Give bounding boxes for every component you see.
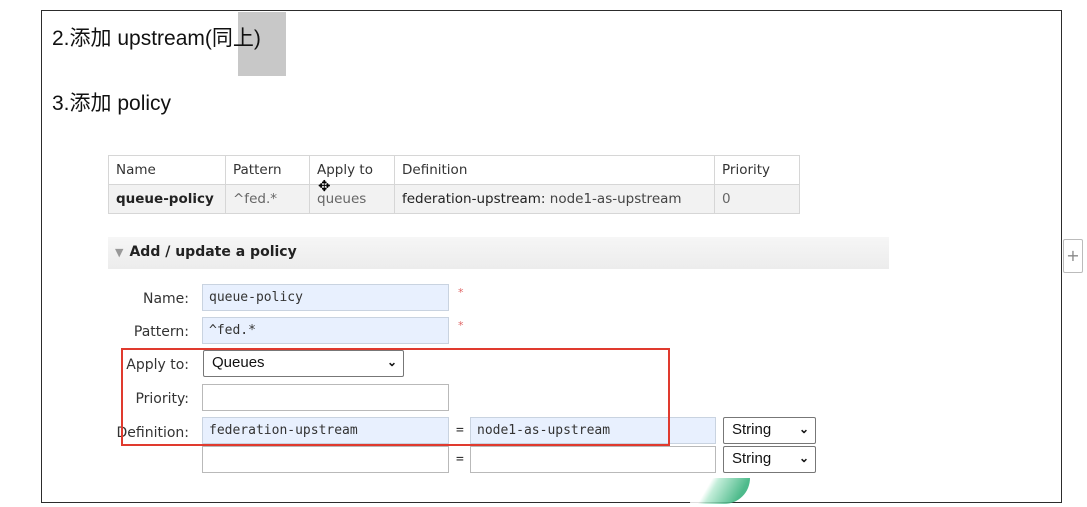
chevron-down-icon: ⌄ [798, 422, 809, 436]
definition-value-input-2[interactable] [470, 446, 716, 473]
move-cursor-icon: ✥ [318, 177, 331, 195]
required-mark: * [458, 286, 464, 299]
policy-table: Name Pattern Apply to Definition Priorit… [108, 155, 800, 214]
column-header-name: Name [108, 155, 226, 185]
plus-icon[interactable]: + [1063, 239, 1083, 273]
section-title[interactable]: ▼ Add / update a policy [115, 244, 297, 260]
section-title-text: Add / update a policy [129, 244, 297, 260]
triangle-down-icon: ▼ [115, 246, 124, 259]
table-header-row: Name Pattern Apply to Definition Priorit… [108, 155, 800, 185]
definition-type-select-2[interactable]: String ⌄ [723, 446, 816, 473]
column-header-definition: Definition [394, 155, 715, 185]
highlight-annotation-box [121, 348, 670, 446]
chevron-down-icon: ⌄ [798, 451, 809, 465]
step3-heading: 3.添加 policy [52, 92, 172, 115]
column-header-pattern: Pattern [225, 155, 310, 185]
definition-type-select[interactable]: String ⌄ [723, 417, 816, 444]
required-mark: * [458, 319, 464, 332]
table-row[interactable]: queue-policy ^fed.* queues federation-up… [108, 184, 800, 214]
policy-priority: 0 [714, 184, 800, 214]
equals-sign: = [456, 452, 464, 467]
definition-key-input-2[interactable] [202, 446, 449, 473]
definition-key: federation-upstream: [402, 191, 546, 207]
pattern-label: Pattern: [133, 324, 189, 340]
pattern-input[interactable]: ^fed.* [202, 317, 449, 344]
name-label: Name: [142, 291, 189, 307]
policy-pattern: ^fed.* [225, 184, 310, 214]
definition-type-value-2: String [732, 450, 772, 467]
policy-name-link[interactable]: queue-policy [108, 184, 226, 214]
step2-heading: 2.添加 upstream(同上) [52, 27, 261, 50]
policy-definition: federation-upstream: node1-as-upstream [394, 184, 715, 214]
column-header-priority: Priority [714, 155, 800, 185]
definition-value: node1-as-upstream [549, 191, 682, 207]
name-input[interactable]: queue-policy [202, 284, 449, 311]
definition-type-value: String [732, 421, 772, 438]
